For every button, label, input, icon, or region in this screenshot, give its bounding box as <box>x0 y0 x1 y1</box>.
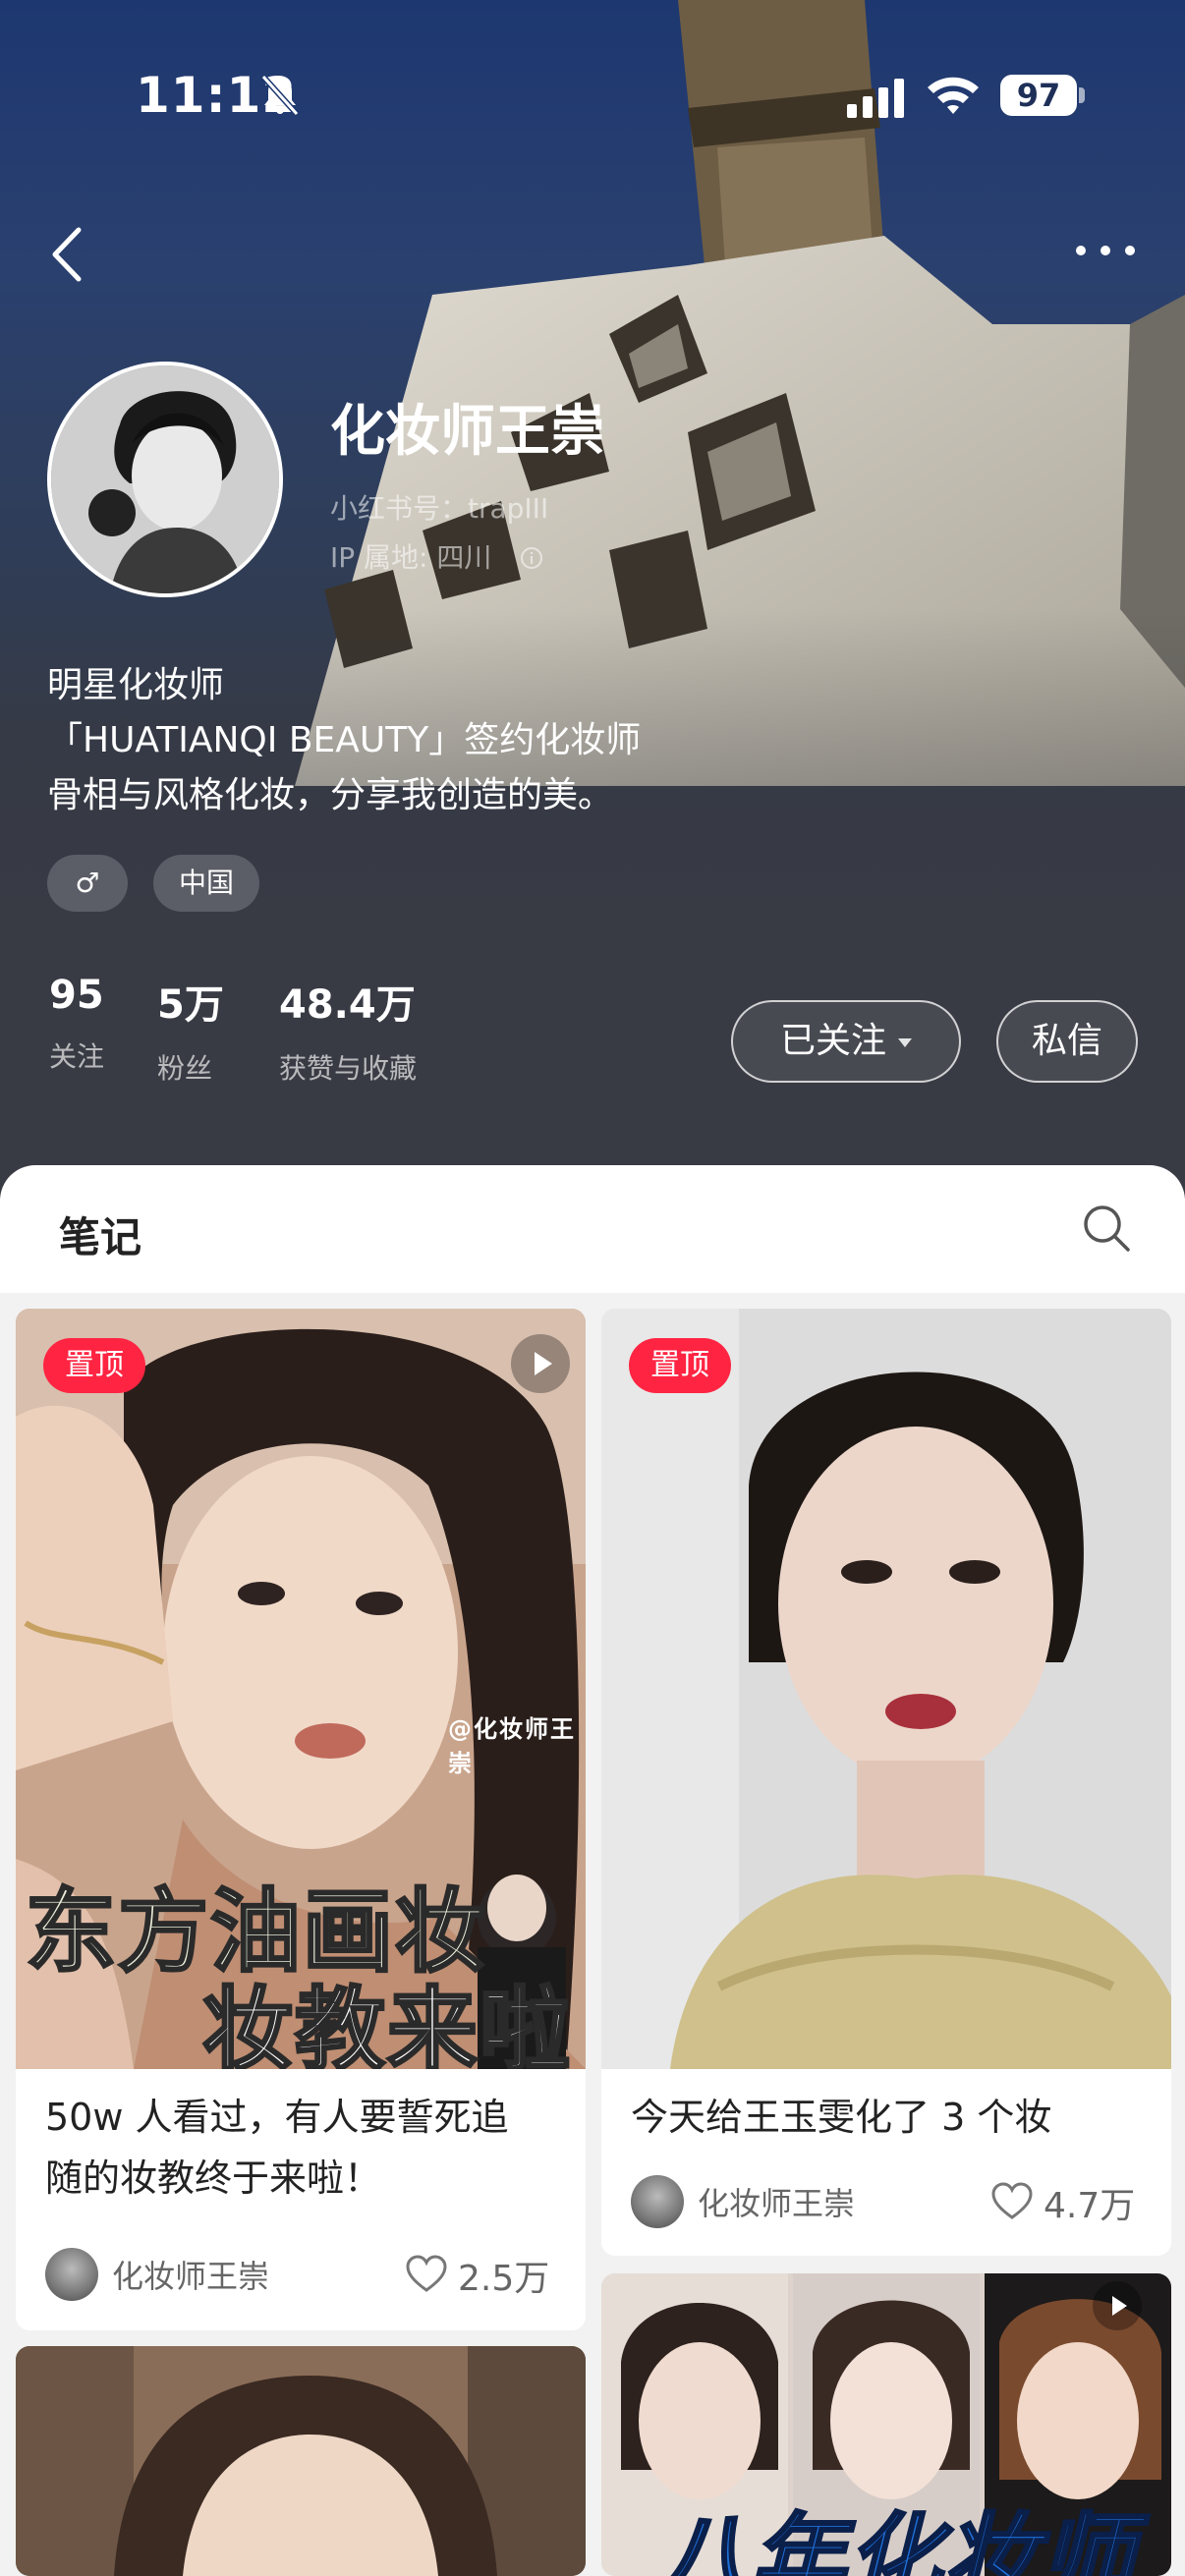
caret-down-icon <box>898 1037 912 1047</box>
pinned-badge: 置顶 <box>43 1338 145 1393</box>
note-title: 今天给王玉雯化了 3 个妆 <box>631 2096 1052 2139</box>
note-title: 50w 人看过，有人要誓死追 随的妆教终于来啦！ <box>45 2087 509 2209</box>
stat-followers[interactable]: 5万 粉丝 <box>157 973 224 1087</box>
profile-header: 11:12 97 化妆师王崇 小红书号：trapIII IP 属地: 四川 明星… <box>0 0 1185 1199</box>
like-count: 4.7万 <box>1044 2186 1136 2226</box>
bio-line: 明星化妆师 <box>47 665 225 705</box>
cover-image <box>16 2346 586 2576</box>
status-bar: 11:12 97 <box>0 0 1185 196</box>
bio-line: 「HUATIANQI BEAUTY」签约化妆师 <box>47 720 642 760</box>
note-cover: @化妆师王崇 东方油画妆 妆教来啦 <box>16 1309 586 2069</box>
more-dots-icon[interactable] <box>1071 236 1140 265</box>
stat-value: 95 <box>49 973 104 1018</box>
heart-icon[interactable] <box>405 2254 448 2293</box>
avatar-photo <box>51 365 279 593</box>
stat-label: 关注 <box>49 1040 105 1073</box>
cover-title-line2: 妆教来啦 <box>200 1977 573 2070</box>
cover-title-line1: 八年化妆师 <box>653 2502 1136 2576</box>
video-play-icon <box>1093 2281 1142 2330</box>
pinned-badge: 置顶 <box>629 1338 731 1393</box>
notes-tab-bar: 笔记 <box>0 1165 1185 1293</box>
note-card[interactable]: @化妆师王崇 东方油画妆 妆教来啦 置顶 50w 人看过，有人要誓死追 随的妆教… <box>16 1309 586 2330</box>
info-icon[interactable] <box>520 546 543 570</box>
cover-image <box>601 1309 1171 2069</box>
redbook-id: 小红书号：trapIII <box>330 492 549 525</box>
tab-notes[interactable]: 笔记 <box>59 1204 141 1264</box>
note-cover: 八年化妆师 <box>601 2273 1171 2576</box>
search-icon[interactable] <box>1081 1203 1132 1254</box>
like-count: 2.5万 <box>458 2259 550 2299</box>
bio-line: 骨相与风格化妆，分享我创造的美。 <box>47 775 614 815</box>
note-cover <box>601 1309 1171 2069</box>
cover-handle: @化妆师王崇 <box>448 1715 576 1777</box>
wifi-icon <box>928 77 979 114</box>
bell-muted-icon <box>260 74 300 117</box>
chevron-left-icon[interactable] <box>45 222 90 287</box>
following-button[interactable]: 已关注 <box>731 1000 961 1083</box>
stat-value: 48.4万 <box>279 982 416 1028</box>
video-play-icon <box>511 1334 570 1393</box>
note-card[interactable] <box>16 2346 586 2576</box>
author-avatar[interactable] <box>45 2248 98 2301</box>
signal-icon <box>847 79 904 118</box>
message-button[interactable]: 私信 <box>996 1000 1138 1083</box>
stat-following[interactable]: 95 关注 <box>49 973 104 1075</box>
battery-icon <box>1079 87 1085 103</box>
ip-location-text: IP 属地: 四川 <box>330 541 492 574</box>
author-name[interactable]: 化妆师王崇 <box>698 2179 855 2224</box>
following-button-label: 已关注 <box>779 1021 886 1061</box>
note-cover <box>16 2346 586 2576</box>
author-avatar[interactable] <box>631 2175 684 2228</box>
region-tag: 中国 <box>153 855 259 912</box>
note-title-line: 随的妆教终于来啦！ <box>45 2156 382 2200</box>
stat-value: 5万 <box>157 982 224 1028</box>
note-title-line: 50w 人看过，有人要誓死追 <box>45 2096 509 2139</box>
heart-icon[interactable] <box>990 2181 1034 2220</box>
bio: 明星化妆师 「HUATIANQI BEAUTY」签约化妆师 骨相与风格化妆，分享… <box>47 658 641 823</box>
stat-label: 获赞与收藏 <box>279 1052 418 1085</box>
stat-label: 粉丝 <box>157 1052 213 1085</box>
ip-location: IP 属地: 四川 <box>330 536 543 576</box>
nickname: 化妆师王崇 <box>330 400 605 464</box>
avatar[interactable] <box>47 362 283 597</box>
note-card[interactable]: 八年化妆师 <box>601 2273 1171 2576</box>
author-name[interactable]: 化妆师王崇 <box>112 2252 269 2297</box>
stat-likes-collects[interactable]: 48.4万 获赞与收藏 <box>279 973 417 1087</box>
note-card[interactable]: 置顶 今天给王玉雯化了 3 个妆 化妆师王崇 4.7万 <box>601 1309 1171 2256</box>
gender-tag: ♂ <box>47 855 128 912</box>
battery-level: 97 <box>1000 75 1077 116</box>
